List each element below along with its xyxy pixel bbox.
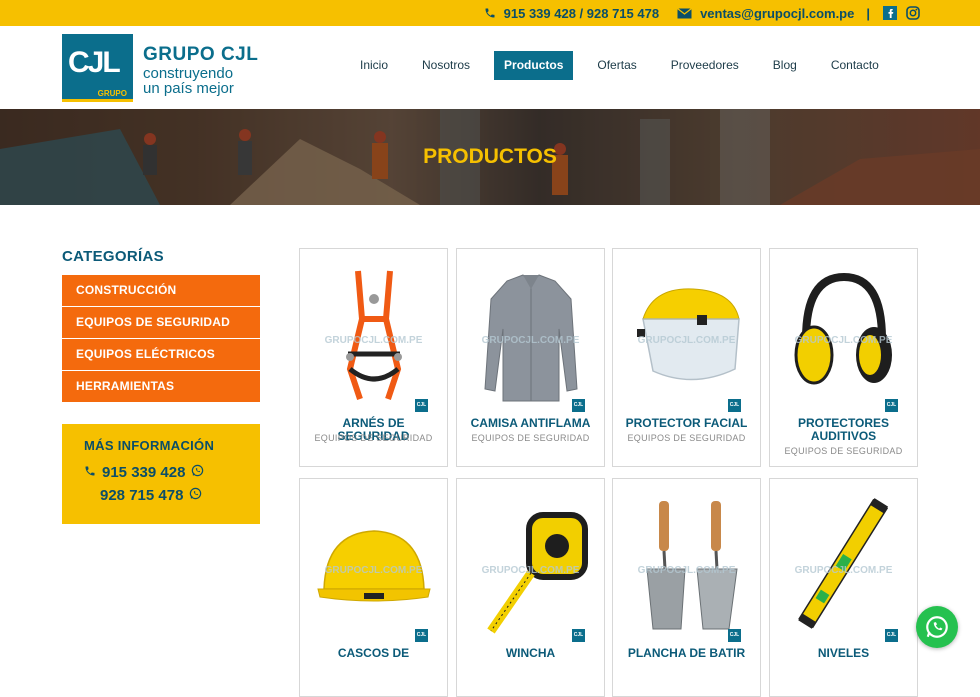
logo-subtext: GRUPO <box>97 89 127 98</box>
shirt-image <box>484 274 578 402</box>
whatsapp-icon <box>191 464 204 481</box>
product-card[interactable]: GRUPOCJL.COM.PE CJL CAMISA ANTIFLAMA EQU… <box>456 248 605 467</box>
more-info-title: MÁS INFORMACIÓN <box>84 438 215 453</box>
watermark: GRUPOCJL.COM.PE <box>481 335 580 346</box>
topbar-email[interactable]: ventas@grupocjl.com.pe <box>700 6 854 21</box>
brand-block[interactable]: GRUPO CJL construyendo un país mejor <box>143 44 258 96</box>
whatsapp-icon <box>189 487 202 504</box>
product-category: EQUIPOS DE SEGURIDAD <box>471 433 590 443</box>
product-card[interactable]: GRUPOCJL.COM.PE CJL PLANCHA DE BATIR <box>612 478 761 697</box>
product-card[interactable]: GRUPOCJL.COM.PE CJL PROTECTOR FACIAL EQU… <box>612 248 761 467</box>
ear-muffs-image <box>794 272 892 385</box>
info-phone-2: 928 715 478 <box>100 487 184 504</box>
nav-productos[interactable]: Productos <box>494 51 574 80</box>
category-construccion[interactable]: CONSTRUCCIÓN <box>62 275 260 306</box>
brand-badge: CJL <box>572 629 585 642</box>
spirit-level-image <box>798 498 889 629</box>
product-name[interactable]: PLANCHA DE BATIR <box>613 647 760 660</box>
hero-banner: PRODUCTOS <box>0 109 980 205</box>
watermark: GRUPOCJL.COM.PE <box>637 335 736 346</box>
product-name[interactable]: CASCOS DE <box>300 647 447 660</box>
watermark: GRUPOCJL.COM.PE <box>794 335 893 346</box>
brand-name: GRUPO CJL <box>143 44 259 65</box>
categories-title: CATEGORÍAS <box>62 248 164 265</box>
category-equipos-electricos[interactable]: EQUIPOS ELÉCTRICOS <box>62 339 260 370</box>
product-card[interactable]: GRUPOCJL.COM.PE CJL WINCHA <box>456 478 605 697</box>
brand-badge: CJL <box>415 399 428 412</box>
more-info-box: MÁS INFORMACIÓN 915 339 428 928 715 478 <box>62 424 260 524</box>
trowel-image <box>646 501 738 630</box>
info-phone-1: 915 339 428 <box>102 464 186 481</box>
tape-measure-image <box>487 512 588 634</box>
nav-contacto[interactable]: Contacto <box>821 51 889 80</box>
product-category: EQUIPOS DE SEGURIDAD <box>784 446 903 456</box>
facebook-icon[interactable] <box>882 6 897 21</box>
watermark: GRUPOCJL.COM.PE <box>481 565 580 576</box>
nav-blog[interactable]: Blog <box>763 51 807 80</box>
watermark: GRUPOCJL.COM.PE <box>324 565 423 576</box>
face-shield-image <box>637 288 740 381</box>
logo-text: CJL <box>68 46 121 79</box>
product-card[interactable]: GRUPOCJL.COM.PE CJL PROTECTORES AUDITIVO… <box>769 248 918 467</box>
product-name[interactable]: CAMISA ANTIFLAMA <box>457 417 604 430</box>
site-header: CJL GRUPO GRUPO CJL construyendo un país… <box>0 26 980 109</box>
product-name[interactable]: PROTECTOR FACIAL <box>613 417 760 430</box>
nav-ofertas[interactable]: Ofertas <box>587 51 646 80</box>
brand-badge: CJL <box>728 629 741 642</box>
product-card[interactable]: GRUPOCJL.COM.PE CJL CASCOS DE <box>299 478 448 697</box>
main-nav: Inicio Nosotros Productos Ofertas Provee… <box>350 51 903 80</box>
logo[interactable]: CJL GRUPO <box>62 34 133 102</box>
helmet-image <box>317 530 431 602</box>
watermark: GRUPOCJL.COM.PE <box>637 565 736 576</box>
brand-badge: CJL <box>415 629 428 642</box>
phone-icon <box>84 464 96 481</box>
brand-badge: CJL <box>885 399 898 412</box>
info-phone-1-row[interactable]: 915 339 428 <box>84 461 260 484</box>
product-card[interactable]: GRUPOCJL.COM.PE CJL ARNÉS DE SEGURIDAD E… <box>299 248 448 467</box>
brand-badge: CJL <box>572 399 585 412</box>
brand-tagline-2: un país mejor <box>143 80 234 97</box>
harness-image <box>346 270 402 400</box>
brand-badge: CJL <box>885 629 898 642</box>
category-herramientas[interactable]: HERRAMIENTAS <box>62 371 260 402</box>
phone-icon <box>484 7 496 19</box>
watermark: GRUPOCJL.COM.PE <box>794 565 893 576</box>
brand-badge: CJL <box>728 399 741 412</box>
nav-nosotros[interactable]: Nosotros <box>412 51 480 80</box>
whatsapp-icon <box>926 616 948 638</box>
category-equipos-seguridad[interactable]: EQUIPOS DE SEGURIDAD <box>62 307 260 338</box>
nav-inicio[interactable]: Inicio <box>350 51 398 80</box>
categories-sidebar: CATEGORÍAS CONSTRUCCIÓN EQUIPOS DE SEGUR… <box>62 248 260 403</box>
top-bar: 915 339 428 / 928 715 478 ventas@grupocj… <box>0 0 980 26</box>
mail-icon <box>677 7 692 19</box>
product-name[interactable]: WINCHA <box>457 647 604 660</box>
topbar-phones[interactable]: 915 339 428 / 928 715 478 <box>504 6 659 21</box>
brand-tagline-1: construyendo <box>143 65 234 82</box>
nav-proveedores[interactable]: Proveedores <box>661 51 749 80</box>
watermark: GRUPOCJL.COM.PE <box>324 335 423 346</box>
product-card[interactable]: GRUPOCJL.COM.PE CJL NIVELES <box>769 478 918 697</box>
product-name[interactable]: PROTECTORES AUDITIVOS <box>770 417 917 443</box>
instagram-icon[interactable] <box>905 6 920 21</box>
info-phone-2-row[interactable]: 928 715 478 <box>84 484 260 507</box>
product-name[interactable]: NIVELES <box>770 647 917 660</box>
product-category: EQUIPOS DE SEGURIDAD <box>627 433 746 443</box>
hero-title: PRODUCTOS <box>423 145 557 168</box>
whatsapp-float-button[interactable] <box>916 606 958 648</box>
product-category: EQUIPOS DE SEGURIDAD <box>314 433 433 443</box>
topbar-separator: | <box>866 5 870 21</box>
logo-accent-bar <box>62 99 133 102</box>
